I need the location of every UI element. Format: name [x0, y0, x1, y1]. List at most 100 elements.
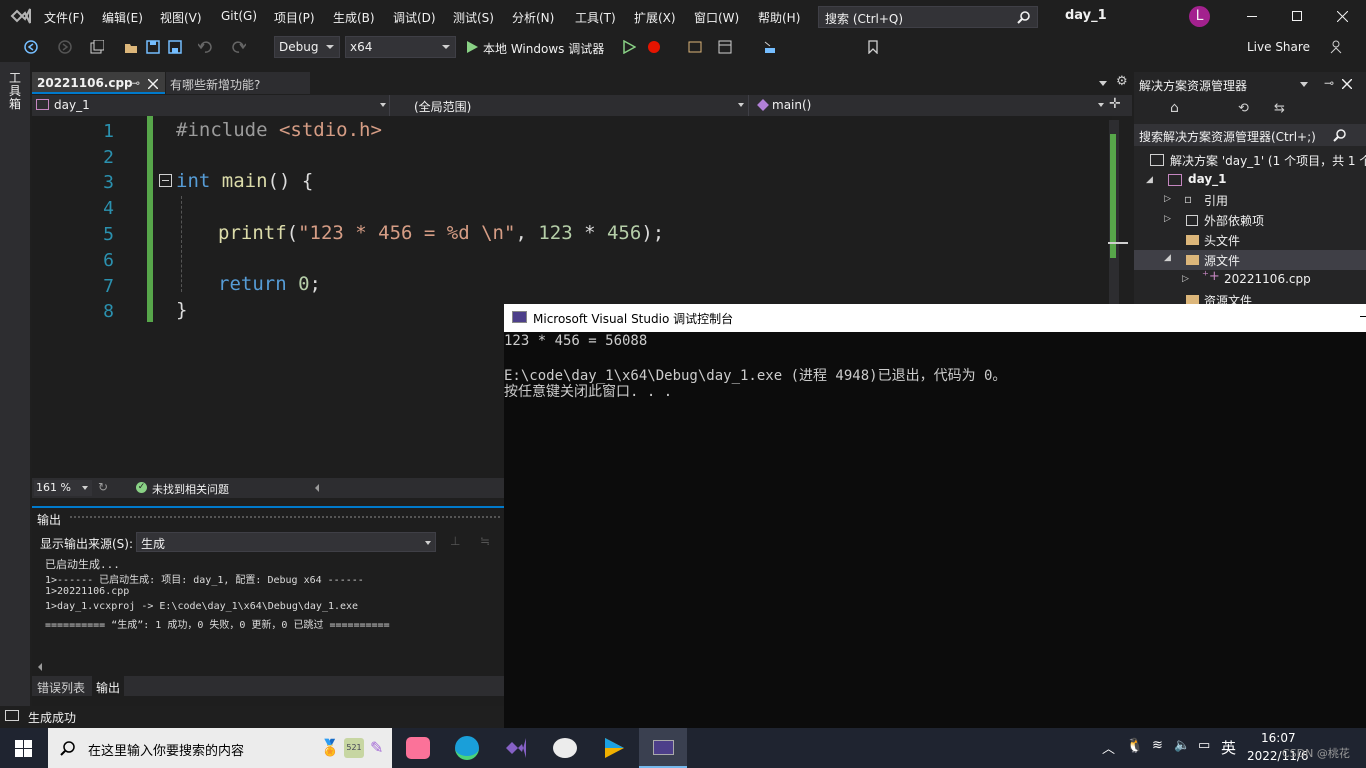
menu-tools[interactable]: 工具(T): [575, 9, 616, 26]
redo-icon[interactable]: [232, 40, 246, 54]
intellicode-icon[interactable]: ↻: [98, 480, 108, 494]
search-input[interactable]: 搜索 (Ctrl+Q): [818, 6, 1038, 28]
restore-icon[interactable]: [1292, 11, 1302, 21]
layout-icon[interactable]: [718, 40, 732, 54]
tab-output[interactable]: 输出: [92, 676, 125, 696]
config-select[interactable]: Debug: [274, 36, 340, 58]
debug-console-window[interactable]: Microsoft Visual Studio 调试控制台 123 * 456 …: [504, 304, 1366, 728]
history-icon[interactable]: ⟲: [1238, 101, 1249, 116]
console-titlebar[interactable]: Microsoft Visual Studio 调试控制台: [504, 304, 1366, 332]
taskbar-wechat[interactable]: [541, 728, 589, 768]
run-debugger-button[interactable]: 本地 Windows 调试器: [483, 40, 604, 57]
platform-select[interactable]: x64: [345, 36, 456, 58]
undo-icon[interactable]: [198, 40, 212, 54]
taskbar-visual-studio[interactable]: [492, 728, 540, 768]
scroll-left-icon[interactable]: [315, 484, 319, 492]
sync-icon[interactable]: ⇆: [1274, 101, 1285, 116]
menu-view[interactable]: 视图(V): [160, 9, 202, 26]
menu-build[interactable]: 生成(B): [333, 9, 375, 26]
tree-item-project[interactable]: day_1: [1188, 172, 1227, 186]
scope-dropdown[interactable]: (全局范围): [394, 95, 749, 116]
battery-icon[interactable]: ▭: [1198, 738, 1210, 753]
taskbar-edge[interactable]: [443, 728, 491, 768]
menu-debug[interactable]: 调试(D): [393, 9, 436, 26]
menu-git[interactable]: Git(G): [221, 9, 257, 23]
live-share-button[interactable]: Live Share: [1247, 40, 1310, 54]
tab-whats-new[interactable]: 有哪些新增功能?: [166, 72, 310, 94]
member-dropdown[interactable]: main(): [753, 95, 1105, 116]
play-icon[interactable]: [465, 40, 479, 54]
menu-extensions[interactable]: 扩展(X): [634, 9, 676, 26]
step-icon[interactable]: [763, 40, 777, 54]
volume-icon[interactable]: 🔈: [1174, 738, 1190, 753]
pin-icon[interactable]: ⊸: [1324, 76, 1334, 90]
panel-menu-icon[interactable]: [1300, 82, 1308, 87]
tree-item-source-files[interactable]: ◢ 源文件: [1134, 250, 1366, 270]
menu-file[interactable]: 文件(F): [44, 9, 84, 26]
forward-icon[interactable]: [58, 40, 72, 54]
avatar[interactable]: L: [1189, 6, 1210, 27]
save-all-icon[interactable]: [168, 40, 182, 54]
bookmark-icon[interactable]: [866, 40, 880, 54]
tree-item-header-files[interactable]: 头文件: [1204, 232, 1240, 249]
issues-status[interactable]: 未找到相关问题: [152, 481, 229, 497]
run-without-debug-icon[interactable]: [622, 40, 636, 54]
hot-reload-icon[interactable]: [647, 40, 661, 54]
collapse-toggle[interactable]: [159, 174, 172, 187]
project-dropdown[interactable]: day_1: [32, 95, 390, 116]
collapsed-arrow-icon[interactable]: ▷: [1164, 194, 1171, 204]
minimize-icon[interactable]: [1247, 16, 1257, 17]
home-icon[interactable]: ⌂: [1170, 100, 1179, 116]
back-icon[interactable]: [24, 40, 38, 54]
close-icon[interactable]: [1337, 11, 1348, 22]
zoom-select[interactable]: 161 %: [34, 480, 92, 496]
windows-start-icon[interactable]: [15, 740, 32, 757]
clock-time[interactable]: 16:07: [1261, 731, 1296, 745]
toolbox-label[interactable]: 工具箱: [9, 72, 23, 111]
split-icon[interactable]: ✛: [1109, 96, 1121, 112]
close-icon[interactable]: [1342, 79, 1352, 89]
tab-20221106-cpp[interactable]: 20221106.cpp ⊸: [32, 72, 165, 94]
tree-item-external-deps[interactable]: 外部依赖项: [1204, 212, 1264, 229]
taskbar-bilibili[interactable]: [394, 728, 442, 768]
tab-overflow-icon[interactable]: [1099, 81, 1107, 86]
input-method-indicator[interactable]: 英: [1221, 737, 1236, 758]
clear-output-icon[interactable]: ⊥: [450, 534, 460, 548]
solution-search-placeholder: 搜索解决方案资源管理器(Ctrl+;): [1139, 130, 1316, 144]
tree-item-references[interactable]: 引用: [1204, 192, 1228, 209]
taskbar-player[interactable]: [590, 728, 638, 768]
expanded-arrow-icon[interactable]: ◢: [1164, 253, 1171, 263]
show-hidden-icons[interactable]: ︿: [1102, 738, 1115, 757]
feedback-icon[interactable]: [1330, 40, 1346, 54]
taskbar-search-input[interactable]: 在这里输入你要搜索的内容 🏅 521 ✎: [48, 728, 392, 768]
save-icon[interactable]: [146, 40, 160, 54]
menu-project[interactable]: 项目(P): [274, 9, 315, 26]
collapsed-arrow-icon[interactable]: ▷: [1182, 274, 1189, 284]
tab-error-list[interactable]: 错误列表: [37, 679, 85, 696]
open-folder-icon[interactable]: [124, 40, 138, 54]
solution-explorer-icon[interactable]: [688, 40, 702, 54]
tree-item-cpp-file[interactable]: 20221106.cpp: [1224, 272, 1311, 286]
pin-icon[interactable]: ⊸: [130, 76, 140, 90]
minimize-icon[interactable]: [1360, 316, 1366, 317]
collapsed-arrow-icon[interactable]: ▷: [1164, 214, 1171, 224]
menu-window[interactable]: 窗口(W): [694, 9, 739, 26]
menu-test[interactable]: 测试(S): [453, 9, 494, 26]
wifi-icon[interactable]: ≋: [1152, 738, 1163, 753]
tree-item-solution[interactable]: 解决方案 'day_1' (1 个项目，共 1 个): [1170, 152, 1366, 169]
tree-item-resource-files[interactable]: 资源文件: [1204, 292, 1252, 304]
menu-help[interactable]: 帮助(H): [758, 9, 800, 26]
qq-icon[interactable]: 🐧: [1126, 738, 1143, 754]
output-source-select[interactable]: 生成: [136, 532, 436, 552]
menu-analyze[interactable]: 分析(N): [512, 9, 554, 26]
expanded-arrow-icon[interactable]: ◢: [1146, 175, 1153, 185]
word-wrap-icon[interactable]: ≒: [480, 534, 490, 548]
close-tab-icon[interactable]: [148, 79, 158, 89]
menu-edit[interactable]: 编辑(E): [102, 9, 143, 26]
solution-search-input[interactable]: 搜索解决方案资源管理器(Ctrl+;): [1134, 124, 1366, 146]
new-project-icon[interactable]: [90, 40, 104, 54]
taskbar-console[interactable]: [639, 728, 687, 768]
scroll-thumb[interactable]: [1108, 242, 1128, 244]
settings-gear-icon[interactable]: ⚙: [1116, 74, 1128, 89]
scroll-left-icon[interactable]: [38, 663, 42, 671]
